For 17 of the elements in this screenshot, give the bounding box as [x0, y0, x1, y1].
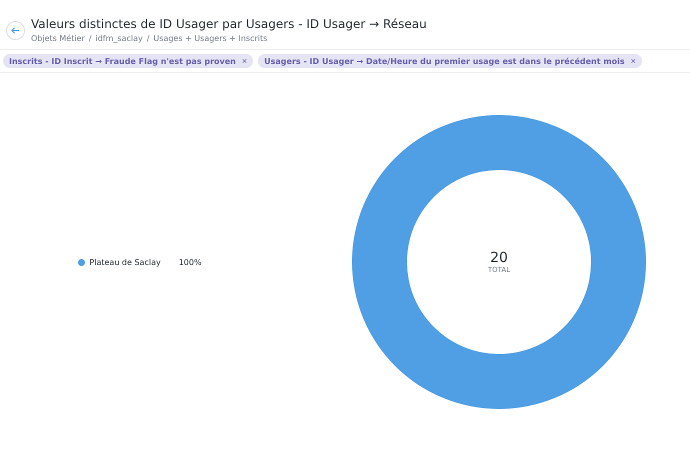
filter-label: Inscrits - ID Inscrit → Fraude Flag n'est pas proven: [9, 56, 236, 66]
total-value: 20: [490, 250, 508, 266]
filter-pill[interactable]: Inscrits - ID Inscrit → Fraude Flag n'est pas proven ×: [3, 54, 254, 68]
breadcrumb-link[interactable]: Usages + Usagers + Inscrits: [153, 34, 268, 43]
remove-filter-button[interactable]: ×: [242, 56, 248, 66]
remove-filter-button[interactable]: ×: [630, 56, 636, 66]
filter-label: Usagers - ID Usager → Date/Heure du premier usage est dans le précédent mois: [264, 56, 625, 66]
legend-percent: 100%: [178, 258, 202, 266]
legend-label[interactable]: Plateau de Saclay: [89, 258, 161, 266]
back-button[interactable]: [6, 20, 25, 40]
question-title: Valeurs distinctes de ID Usager par Usagers - ID Usager → Réseau: [31, 17, 427, 31]
breadcrumb-link[interactable]: Objets Métier: [31, 34, 85, 43]
back-arrow-icon: [11, 26, 20, 34]
filter-pill[interactable]: Usagers - ID Usager → Date/Heure du premier usage est dans le précédent mois ×: [258, 54, 642, 68]
breadcrumb-link[interactable]: idfm_saclay: [95, 34, 143, 43]
breadcrumb-separator: /: [146, 34, 150, 43]
breadcrumb-separator: /: [88, 34, 92, 43]
